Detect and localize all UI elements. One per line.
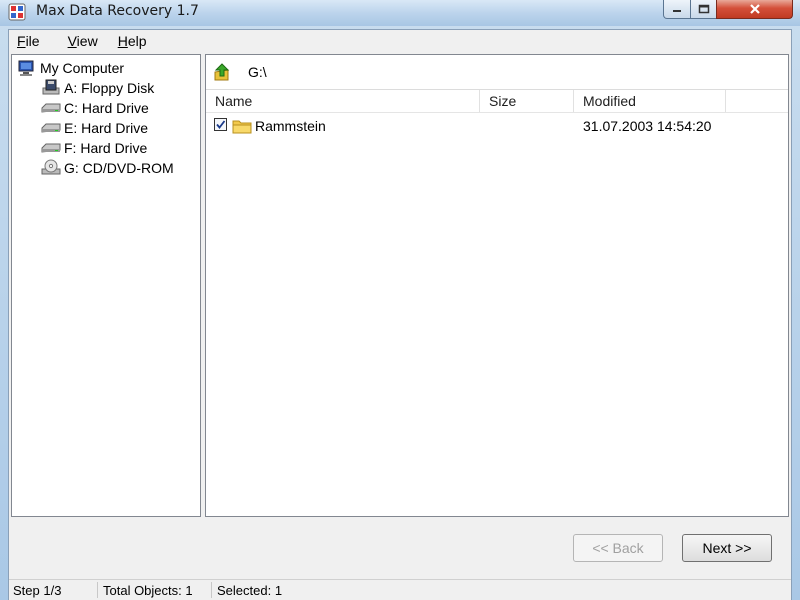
tree-item-drive-f[interactable]: F: Hard Drive <box>40 138 147 158</box>
client-area: File View Help My Computer A: Floppy Dis… <box>8 29 792 600</box>
next-button[interactable]: Next >> <box>682 534 772 562</box>
computer-icon <box>18 60 34 76</box>
column-header-size[interactable]: Size <box>480 90 574 112</box>
table-row[interactable]: Rammstein 31.07.2003 14:54:20 <box>206 115 788 137</box>
up-folder-icon[interactable] <box>212 62 232 82</box>
menu-file[interactable]: File <box>9 33 48 49</box>
column-header-label: Name <box>215 93 253 109</box>
close-button[interactable] <box>716 0 793 19</box>
cd-drive-icon <box>41 159 61 175</box>
row-name: Rammstein <box>255 118 326 134</box>
close-icon <box>749 4 760 14</box>
tree-item-label: A: Floppy Disk <box>64 80 155 96</box>
status-divider <box>97 582 98 598</box>
menu-bar: File View Help <box>9 30 791 52</box>
tree-item-drive-a[interactable]: A: Floppy Disk <box>40 78 154 98</box>
status-total: Total Objects: 1 <box>103 582 193 598</box>
floppy-drive-icon <box>42 79 60 95</box>
title-bar[interactable]: Max Data Recovery 1.7 <box>0 0 800 26</box>
maximize-icon <box>698 4 709 14</box>
minimize-button[interactable] <box>663 0 691 19</box>
menu-view-label: iew <box>76 33 98 49</box>
checkmark-icon <box>216 120 226 129</box>
menu-file-label: ile <box>25 33 40 49</box>
back-button[interactable]: << Back <box>573 534 663 562</box>
tree-item-drive-c[interactable]: C: Hard Drive <box>40 98 149 118</box>
column-header-modified[interactable]: Modified <box>574 90 726 112</box>
file-list-pane: G:\ Name Size Modified Rammstein 31.07.2… <box>205 54 789 517</box>
tree-item-drive-e[interactable]: E: Hard Drive <box>40 118 148 138</box>
current-path: G:\ <box>248 63 267 80</box>
menu-help[interactable]: Help <box>110 33 155 49</box>
menu-view[interactable]: View <box>60 33 106 49</box>
app-icon <box>8 3 26 21</box>
tree-item-my-computer[interactable]: My Computer <box>16 58 124 78</box>
tree-item-label: My Computer <box>40 60 125 76</box>
menu-file-accel: F <box>17 33 26 49</box>
list-header: Name Size Modified <box>206 89 788 113</box>
status-selected: Selected: 1 <box>217 582 283 598</box>
folder-icon <box>232 120 252 134</box>
maximize-button[interactable] <box>690 0 717 19</box>
menu-help-accel: H <box>117 33 128 49</box>
column-header-label: Size <box>489 93 517 109</box>
tree-item-label: F: Hard Drive <box>64 140 148 156</box>
window-title: Max Data Recovery 1.7 <box>36 3 199 19</box>
path-bar: G:\ <box>206 55 788 88</box>
drive-tree[interactable]: My Computer A: Floppy Disk C: Hard Drive <box>11 54 201 517</box>
row-checkbox[interactable] <box>214 118 227 131</box>
status-bar: Step 1/3 Total Objects: 1 Selected: 1 <box>9 579 791 600</box>
hard-drive-icon <box>41 143 61 153</box>
tree-item-label: G: CD/DVD-ROM <box>64 160 174 176</box>
app-window: Max Data Recovery 1.7 File View Help My … <box>0 0 800 600</box>
tree-item-label: E: Hard Drive <box>64 120 149 136</box>
status-step: Step 1/3 <box>13 582 62 598</box>
hard-drive-icon <box>41 123 61 133</box>
menu-help-label: elp <box>127 33 147 49</box>
row-modified: 31.07.2003 14:54:20 <box>583 118 712 134</box>
column-header-label: Modified <box>583 93 636 109</box>
hard-drive-icon <box>41 103 61 113</box>
column-header-name[interactable]: Name <box>206 90 480 112</box>
minimize-icon <box>673 10 681 12</box>
status-divider <box>211 582 212 598</box>
wizard-buttons: << Back Next >> <box>9 520 791 576</box>
tree-item-drive-g[interactable]: G: CD/DVD-ROM <box>40 158 174 178</box>
menu-view-accel: V <box>67 33 77 49</box>
tree-item-label: C: Hard Drive <box>64 100 149 116</box>
